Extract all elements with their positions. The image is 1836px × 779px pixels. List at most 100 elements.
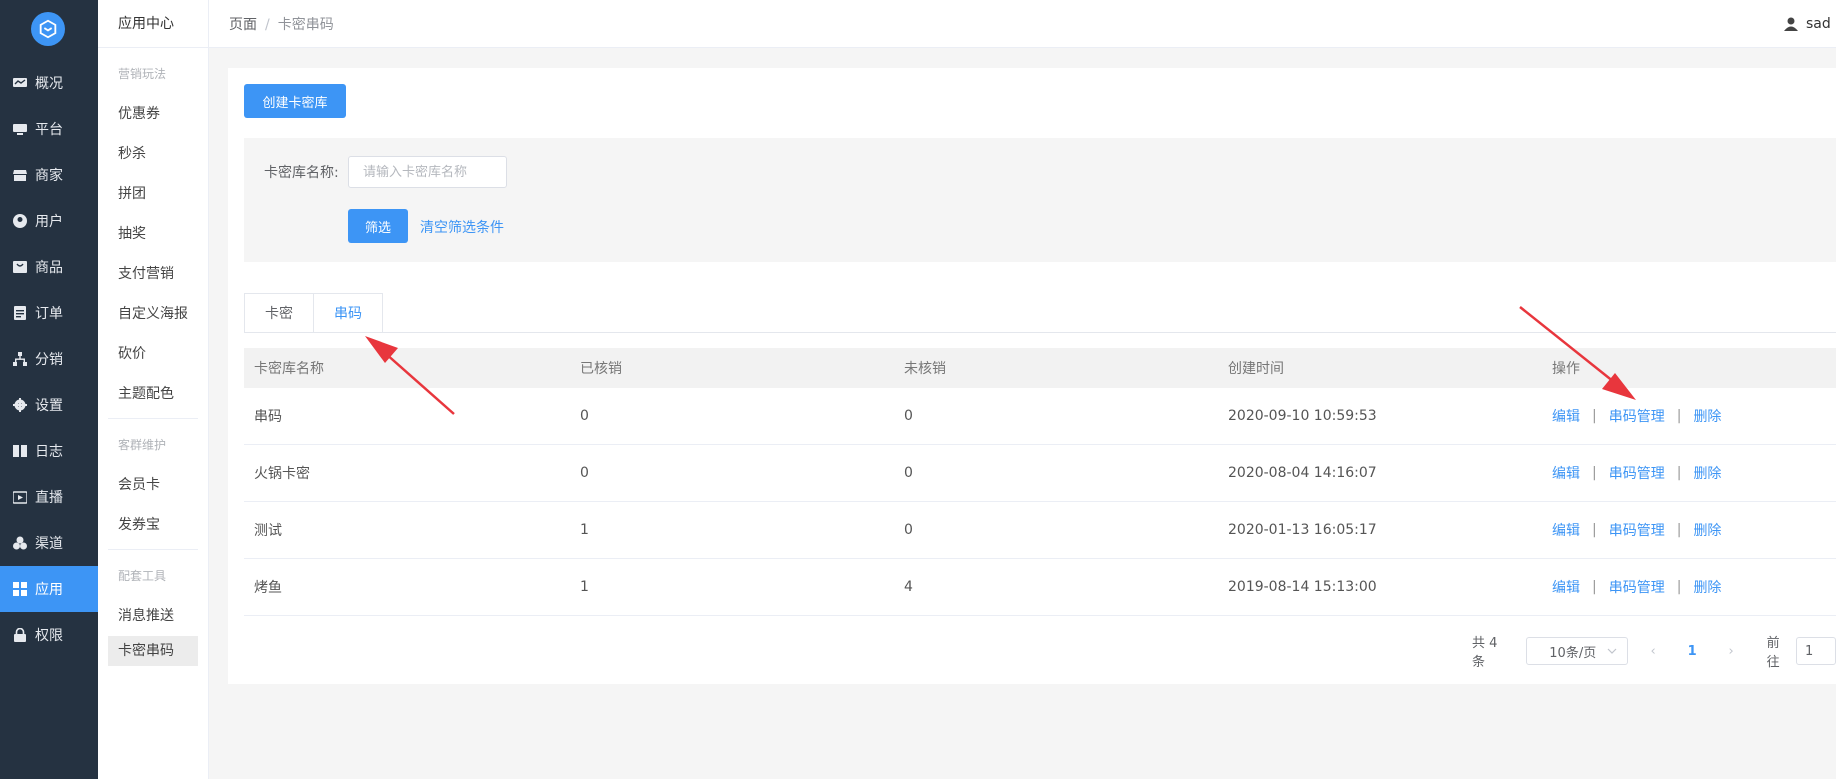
nav-item-order[interactable]: 订单 bbox=[0, 290, 98, 336]
action-separator: | bbox=[1676, 408, 1682, 424]
app-logo-icon[interactable] bbox=[31, 12, 65, 46]
breadcrumb-separator: / bbox=[265, 16, 270, 33]
breadcrumb-root[interactable]: 页面 bbox=[229, 17, 257, 33]
nav-item-label: 平台 bbox=[35, 122, 63, 138]
page-size-select[interactable]: 10条/页 bbox=[1526, 637, 1628, 665]
nav-item-label: 应用 bbox=[35, 582, 63, 598]
next-page-button[interactable]: › bbox=[1718, 644, 1745, 659]
column-header-used: 已核销 bbox=[580, 361, 622, 377]
sub-item-bargain[interactable]: 砍价 bbox=[98, 334, 208, 374]
sub-group-customer: 客群维护 bbox=[118, 438, 167, 452]
nav-item-label: 日志 bbox=[35, 444, 63, 460]
breadcrumb-current: 卡密串码 bbox=[277, 16, 334, 33]
order-icon bbox=[13, 306, 27, 320]
nav-item-label: 渠道 bbox=[35, 536, 63, 552]
nav-item-distribution[interactable]: 分销 bbox=[0, 336, 98, 382]
delete-link[interactable]: 删除 bbox=[1693, 577, 1721, 597]
tab-card-secret[interactable]: 卡密 bbox=[244, 293, 314, 333]
nav-item-settings[interactable]: 设置 bbox=[0, 382, 98, 428]
cell-used: 0 bbox=[580, 465, 589, 481]
nav-item-permission[interactable]: 权限 bbox=[0, 612, 98, 658]
delete-link[interactable]: 删除 bbox=[1693, 406, 1721, 426]
action-separator: | bbox=[1676, 522, 1682, 538]
channel-icon bbox=[13, 536, 27, 550]
goods-icon bbox=[13, 260, 27, 274]
main-sidebar: 概况 平台 商家 用户 商品 订单 分销 设置 日志 直播 渠道 应用 权限 bbox=[0, 0, 98, 779]
cell-used: 0 bbox=[580, 408, 589, 424]
nav-item-log[interactable]: 日志 bbox=[0, 428, 98, 474]
nav-item-apps[interactable]: 应用 bbox=[0, 566, 98, 612]
sub-sidebar-title: 应用中心 bbox=[98, 0, 208, 48]
cell-name: 测试 bbox=[254, 523, 282, 539]
sub-item-custom-poster[interactable]: 自定义海报 bbox=[98, 294, 208, 334]
sub-sidebar: 应用中心 营销玩法 优惠券 秒杀 拼团 抽奖 支付营销 自定义海报 砍价 主题配… bbox=[98, 0, 209, 779]
nav-item-live[interactable]: 直播 bbox=[0, 474, 98, 520]
edit-link[interactable]: 编辑 bbox=[1552, 520, 1580, 540]
page-number[interactable]: 1 bbox=[1679, 644, 1706, 659]
sub-item-theme-color[interactable]: 主题配色 bbox=[98, 374, 208, 414]
sub-item-card-code[interactable]: 卡密串码 bbox=[108, 636, 198, 666]
nav-item-goods[interactable]: 商品 bbox=[0, 244, 98, 290]
sub-item-coupon[interactable]: 优惠券 bbox=[98, 94, 208, 134]
lock-icon bbox=[13, 628, 27, 642]
edit-link[interactable]: 编辑 bbox=[1552, 577, 1580, 597]
pagination-total: 共 4 条 bbox=[1472, 636, 1498, 670]
chevron-down-icon bbox=[1607, 648, 1617, 654]
sub-item-lottery[interactable]: 抽奖 bbox=[98, 214, 208, 254]
sub-item-message-push[interactable]: 消息推送 bbox=[98, 596, 208, 636]
user-menu[interactable]: sad bbox=[1784, 0, 1836, 48]
cell-created: 2020-09-10 10:59:53 bbox=[1228, 408, 1377, 424]
sub-divider bbox=[108, 549, 198, 550]
delete-link[interactable]: 删除 bbox=[1693, 463, 1721, 483]
action-separator: | bbox=[1676, 465, 1682, 481]
page-size-value: 10条/页 bbox=[1549, 645, 1597, 661]
tab-serial-code[interactable]: 串码 bbox=[314, 293, 383, 333]
delete-link[interactable]: 删除 bbox=[1693, 520, 1721, 540]
clear-filter-link[interactable]: 清空筛选条件 bbox=[420, 217, 504, 237]
nav-item-channel[interactable]: 渠道 bbox=[0, 520, 98, 566]
top-header: 页面 / 卡密串码 sad bbox=[209, 0, 1836, 48]
table-header: 卡密库名称 已核销 未核销 创建时间 操作 bbox=[244, 348, 1836, 388]
nav-item-platform[interactable]: 平台 bbox=[0, 106, 98, 152]
cell-actions: 编辑 | 串码管理 | 删除 bbox=[1542, 463, 1836, 483]
goto-page-input[interactable] bbox=[1796, 637, 1836, 665]
sub-item-member-card[interactable]: 会员卡 bbox=[98, 465, 208, 505]
cell-unused: 0 bbox=[904, 408, 913, 424]
nav-item-label: 设置 bbox=[35, 398, 63, 414]
monitor-icon bbox=[13, 122, 27, 136]
table-row: 串码 0 0 2020-09-10 10:59:53 编辑 | 串码管理 | 删除 bbox=[244, 388, 1836, 445]
content-card: 创建卡密库 卡密库名称: 筛选 清空筛选条件 卡密 串码 卡密库名称 已核销 未… bbox=[228, 68, 1836, 684]
manage-codes-link[interactable]: 串码管理 bbox=[1609, 520, 1665, 540]
cell-created: 2020-08-04 14:16:07 bbox=[1228, 465, 1377, 481]
manage-codes-link[interactable]: 串码管理 bbox=[1609, 463, 1665, 483]
create-card-library-button[interactable]: 创建卡密库 bbox=[244, 84, 346, 118]
column-header-name: 卡密库名称 bbox=[254, 361, 324, 377]
sub-item-pay-marketing[interactable]: 支付营销 bbox=[98, 254, 208, 294]
cell-unused: 0 bbox=[904, 522, 913, 538]
sub-item-coupon-bao[interactable]: 发券宝 bbox=[98, 505, 208, 545]
manage-codes-link[interactable]: 串码管理 bbox=[1609, 577, 1665, 597]
live-icon bbox=[13, 490, 27, 504]
main-nav: 概况 平台 商家 用户 商品 订单 分销 设置 日志 直播 渠道 应用 权限 bbox=[0, 60, 98, 658]
pagination: 共 4 条 10条/页 ‹ 1 › 前往 bbox=[1472, 636, 1836, 670]
sub-item-group-buy[interactable]: 拼团 bbox=[98, 174, 208, 214]
manage-codes-link[interactable]: 串码管理 bbox=[1609, 406, 1665, 426]
cell-created: 2019-08-14 15:13:00 bbox=[1228, 579, 1377, 595]
edit-link[interactable]: 编辑 bbox=[1552, 463, 1580, 483]
edit-link[interactable]: 编辑 bbox=[1552, 406, 1580, 426]
share-icon bbox=[13, 352, 27, 366]
cell-name: 烤鱼 bbox=[254, 580, 282, 596]
user-icon bbox=[1784, 17, 1798, 31]
filter-button[interactable]: 筛选 bbox=[348, 209, 408, 243]
sub-item-flash-sale[interactable]: 秒杀 bbox=[98, 134, 208, 174]
library-name-input[interactable] bbox=[348, 156, 507, 188]
nav-item-merchant[interactable]: 商家 bbox=[0, 152, 98, 198]
prev-page-button[interactable]: ‹ bbox=[1640, 644, 1667, 659]
book-icon bbox=[13, 444, 27, 458]
nav-item-label: 订单 bbox=[35, 306, 63, 322]
cell-actions: 编辑 | 串码管理 | 删除 bbox=[1542, 577, 1836, 597]
nav-item-user[interactable]: 用户 bbox=[0, 198, 98, 244]
table-row: 烤鱼 1 4 2019-08-14 15:13:00 编辑 | 串码管理 | 删除 bbox=[244, 559, 1836, 616]
sub-group-tools: 配套工具 bbox=[118, 569, 167, 583]
nav-item-overview[interactable]: 概况 bbox=[0, 60, 98, 106]
